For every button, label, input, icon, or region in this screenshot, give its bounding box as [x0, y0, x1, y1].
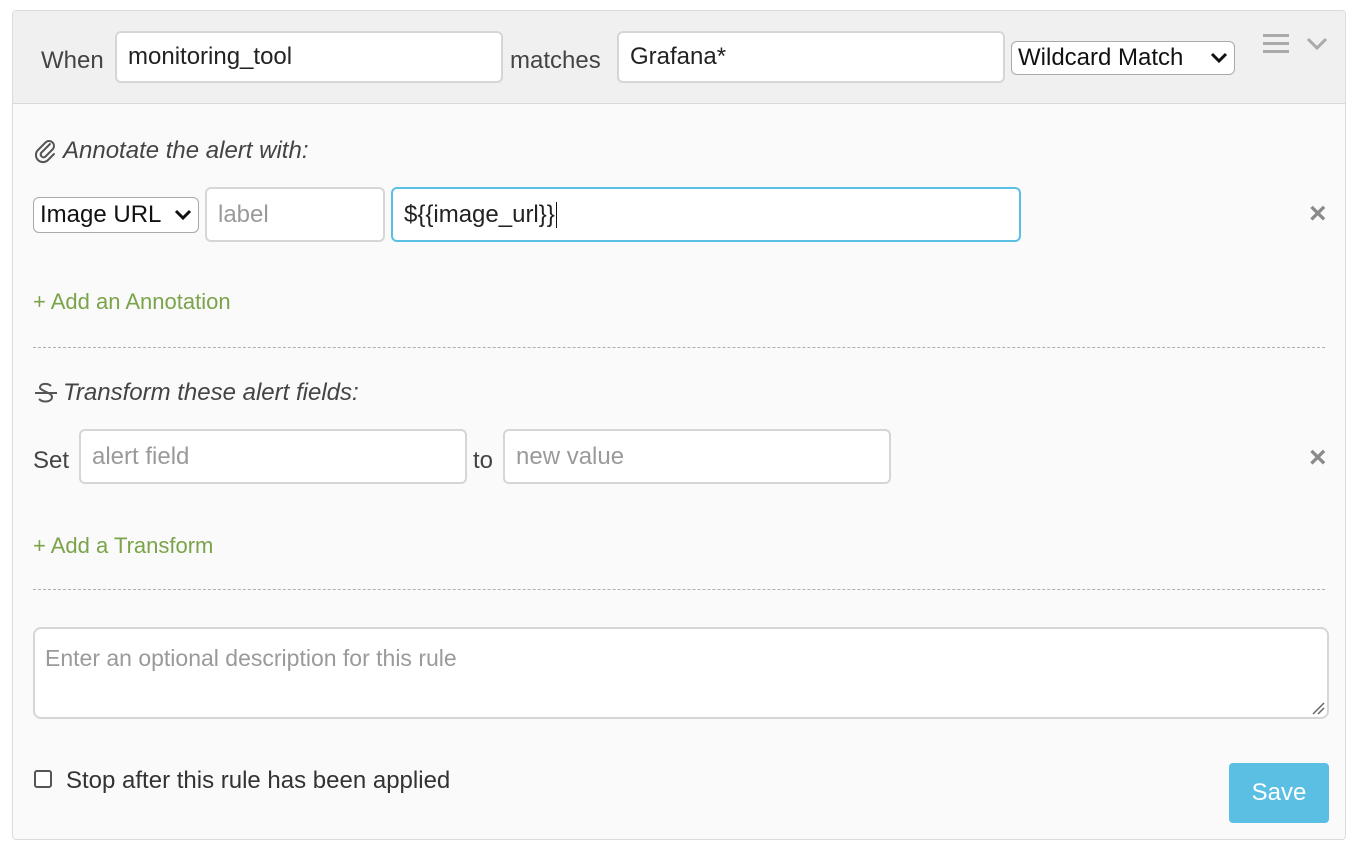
set-label: Set: [33, 447, 70, 474]
resize-grip-icon[interactable]: [1309, 699, 1325, 715]
save-button[interactable]: Save: [1229, 763, 1329, 823]
strikethrough-icon: [35, 382, 57, 403]
match-type-select[interactable]: Wildcard Match: [1011, 41, 1235, 75]
remove-annotation-icon[interactable]: ×: [1309, 199, 1327, 229]
alert-field-input[interactable]: alert field: [79, 429, 467, 484]
collapse-chevron-icon[interactable]: [1306, 37, 1328, 51]
add-transform-link[interactable]: + Add a Transform: [33, 533, 213, 559]
annotation-type-select[interactable]: Image URL: [33, 197, 199, 233]
transform-section-title: Transform these alert fields:: [33, 379, 359, 407]
annotation-value-input[interactable]: ${{image_url}}: [391, 187, 1021, 242]
chevron-down-icon: [1210, 52, 1228, 64]
field-name-input[interactable]: monitoring_tool: [115, 31, 503, 83]
match-type-value: Wildcard Match: [1018, 44, 1184, 71]
rule-header: When monitoring_tool matches Grafana* Wi…: [13, 11, 1345, 104]
stop-after-label: Stop after this rule has been applied: [66, 767, 451, 794]
annotate-title: Annotate the alert with:: [63, 137, 309, 164]
rule-card: When monitoring_tool matches Grafana* Wi…: [12, 10, 1346, 840]
matches-label: matches: [510, 47, 601, 74]
section-divider: [33, 347, 1325, 348]
stop-after-checkbox[interactable]: [34, 770, 52, 788]
transform-title: Transform these alert fields:: [63, 379, 359, 406]
add-annotation-link[interactable]: + Add an Annotation: [33, 289, 231, 315]
text-cursor: [555, 201, 558, 228]
annotation-type-value: Image URL: [40, 201, 162, 228]
new-value-input[interactable]: new value: [503, 429, 891, 484]
pattern-input[interactable]: Grafana*: [617, 31, 1005, 83]
description-placeholder: Enter an optional description for this r…: [45, 645, 457, 671]
paperclip-icon: [34, 140, 55, 164]
section-divider: [33, 589, 1325, 590]
when-label: When: [41, 47, 104, 74]
to-label: to: [473, 447, 494, 474]
annotation-label-input[interactable]: label: [205, 187, 385, 242]
chevron-down-icon: [174, 209, 192, 221]
annotate-section-title: Annotate the alert with:: [33, 137, 308, 165]
description-textarea[interactable]: Enter an optional description for this r…: [33, 627, 1329, 719]
remove-transform-icon[interactable]: ×: [1309, 443, 1327, 473]
hamburger-icon[interactable]: [1263, 33, 1289, 55]
annotation-value-text: ${{image_url}}: [404, 200, 555, 228]
